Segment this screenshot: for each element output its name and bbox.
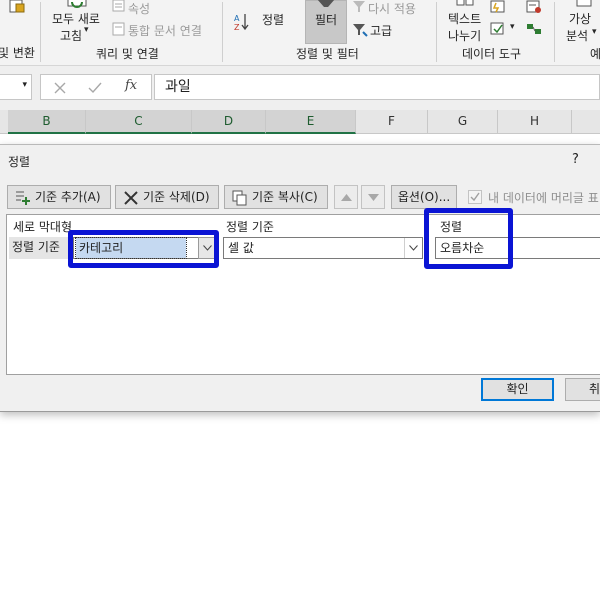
- chevron-down-icon[interactable]: ▾: [84, 25, 89, 35]
- add-level-icon: [16, 191, 30, 205]
- formula-input[interactable]: 과일: [154, 74, 600, 100]
- ribbon-separator: [554, 2, 555, 62]
- options-button[interactable]: 옵션(O)...: [391, 185, 457, 209]
- filter-icon: [317, 0, 335, 7]
- refresh-all-icon[interactable]: [66, 0, 90, 8]
- column-header-b[interactable]: B: [8, 110, 86, 134]
- column-header-c[interactable]: C: [86, 110, 192, 134]
- copy-level-label: 기준 복사(C): [252, 190, 318, 204]
- text-to-columns-button[interactable]: 텍스트: [448, 10, 481, 27]
- ribbon-separator: [436, 2, 437, 62]
- what-if-analysis-button-line2[interactable]: 분석: [566, 27, 588, 44]
- what-if-analysis-button[interactable]: 가상: [569, 10, 591, 27]
- move-down-button[interactable]: [361, 185, 385, 209]
- properties-button: 속성: [128, 2, 151, 16]
- copy-icon: [232, 190, 247, 206]
- move-up-button[interactable]: [334, 185, 358, 209]
- arrow-up-icon: [341, 194, 352, 201]
- copy-level-button[interactable]: 기준 복사(C): [224, 185, 328, 209]
- add-level-button[interactable]: 기준 추가(A): [7, 185, 111, 209]
- ribbon-separator: [222, 2, 223, 62]
- delete-level-button[interactable]: 기준 삭제(D): [115, 185, 219, 209]
- column-header-d[interactable]: D: [192, 110, 266, 134]
- group-label-transform: 및 변환: [0, 46, 35, 60]
- formula-controls: fx: [40, 74, 152, 100]
- filter-label: 필터: [315, 13, 338, 27]
- group-label-sort-filter: 정렬 및 필터: [296, 47, 359, 61]
- column-header-e[interactable]: E: [266, 110, 356, 134]
- remove-duplicates-icon[interactable]: [490, 22, 506, 36]
- what-if-icon[interactable]: [576, 0, 592, 8]
- reapply-icon: [353, 1, 365, 12]
- dialog-title: 정렬: [8, 155, 31, 169]
- sort-on-combo[interactable]: 셀 값: [223, 237, 423, 259]
- group-label-forecast: 예: [590, 47, 600, 61]
- column-headers: B C D E F G H: [0, 110, 600, 134]
- svg-text:Z: Z: [234, 23, 240, 32]
- check-icon: [470, 192, 480, 202]
- ribbon-separator: [40, 2, 41, 62]
- filter-button[interactable]: 필터: [305, 0, 347, 44]
- flash-fill-icon[interactable]: [490, 0, 506, 14]
- sort-az-icon[interactable]: A Z: [234, 12, 250, 32]
- excel-window: 및 변환 모두 새로 고침 ▾ 속성 통합 문서 연결 쿼리 및 연결 A Z …: [0, 0, 600, 600]
- add-level-label: 기준 추가(A): [35, 190, 101, 204]
- delete-level-label: 기준 삭제(D): [143, 190, 210, 204]
- chevron-down-icon[interactable]: ▾: [510, 22, 515, 32]
- header-checkbox-label: 내 데이터에 머리글 표: [488, 191, 599, 205]
- edit-links-icon: [112, 22, 125, 36]
- column-header-g[interactable]: G: [428, 110, 498, 134]
- combo-dropdown-button[interactable]: [404, 238, 422, 258]
- formula-bar: ▾ fx 과일: [0, 66, 600, 110]
- column-header-label: 세로 막대형: [13, 220, 73, 234]
- advanced-button[interactable]: 고급: [370, 22, 392, 39]
- chevron-down-icon: [409, 245, 418, 251]
- group-label-data-tools: 데이터 도구: [462, 47, 522, 61]
- chevron-down-icon[interactable]: ▾: [22, 80, 27, 90]
- refresh-all-button-line2[interactable]: 고침: [60, 27, 82, 44]
- sort-level-row-label: 정렬 기준: [9, 237, 71, 259]
- x-icon[interactable]: [54, 82, 66, 94]
- text-to-columns-button-line2[interactable]: 나누기: [448, 27, 481, 44]
- sort-dialog: 정렬 ? 기준 추가(A) 기준 삭제(D) 기준 복사(C) 옵션(O)...…: [0, 144, 600, 412]
- delete-icon: [124, 191, 138, 205]
- help-button[interactable]: ?: [572, 152, 579, 167]
- svg-text:A: A: [234, 14, 240, 23]
- sort-button[interactable]: 정렬: [262, 11, 284, 28]
- arrow-down-icon: [368, 194, 379, 201]
- query-icon[interactable]: [8, 0, 26, 14]
- refresh-all-button[interactable]: 모두 새로: [52, 10, 100, 27]
- edit-links-button: 통합 문서 연결: [128, 24, 202, 38]
- advanced-filter-icon[interactable]: [352, 23, 368, 37]
- chevron-down-icon[interactable]: ▾: [592, 27, 597, 37]
- column-header-h[interactable]: H: [498, 110, 572, 134]
- column-header-f[interactable]: F: [356, 110, 428, 134]
- text-to-columns-icon[interactable]: [456, 0, 474, 6]
- header-checkbox[interactable]: [468, 190, 482, 204]
- name-box[interactable]: ▾: [0, 74, 32, 100]
- sort-on-value: 셀 값: [228, 241, 254, 255]
- highlight-box-order: [424, 208, 513, 269]
- fx-icon[interactable]: fx: [125, 78, 137, 93]
- ribbon-data-tab: 및 변환 모두 새로 고침 ▾ 속성 통합 문서 연결 쿼리 및 연결 A Z …: [0, 0, 600, 66]
- ok-button[interactable]: 확인: [481, 378, 554, 401]
- check-icon[interactable]: [88, 82, 102, 94]
- data-validation-icon[interactable]: [526, 0, 542, 14]
- properties-icon: [112, 0, 125, 12]
- highlight-box-column: [68, 230, 219, 268]
- reapply-button: 다시 적용: [368, 2, 416, 16]
- group-label-queries: 쿼리 및 연결: [96, 47, 159, 61]
- sort-on-header-label: 정렬 기준: [226, 220, 274, 234]
- cancel-button[interactable]: 취소: [565, 378, 600, 401]
- relationships-icon[interactable]: [526, 22, 542, 36]
